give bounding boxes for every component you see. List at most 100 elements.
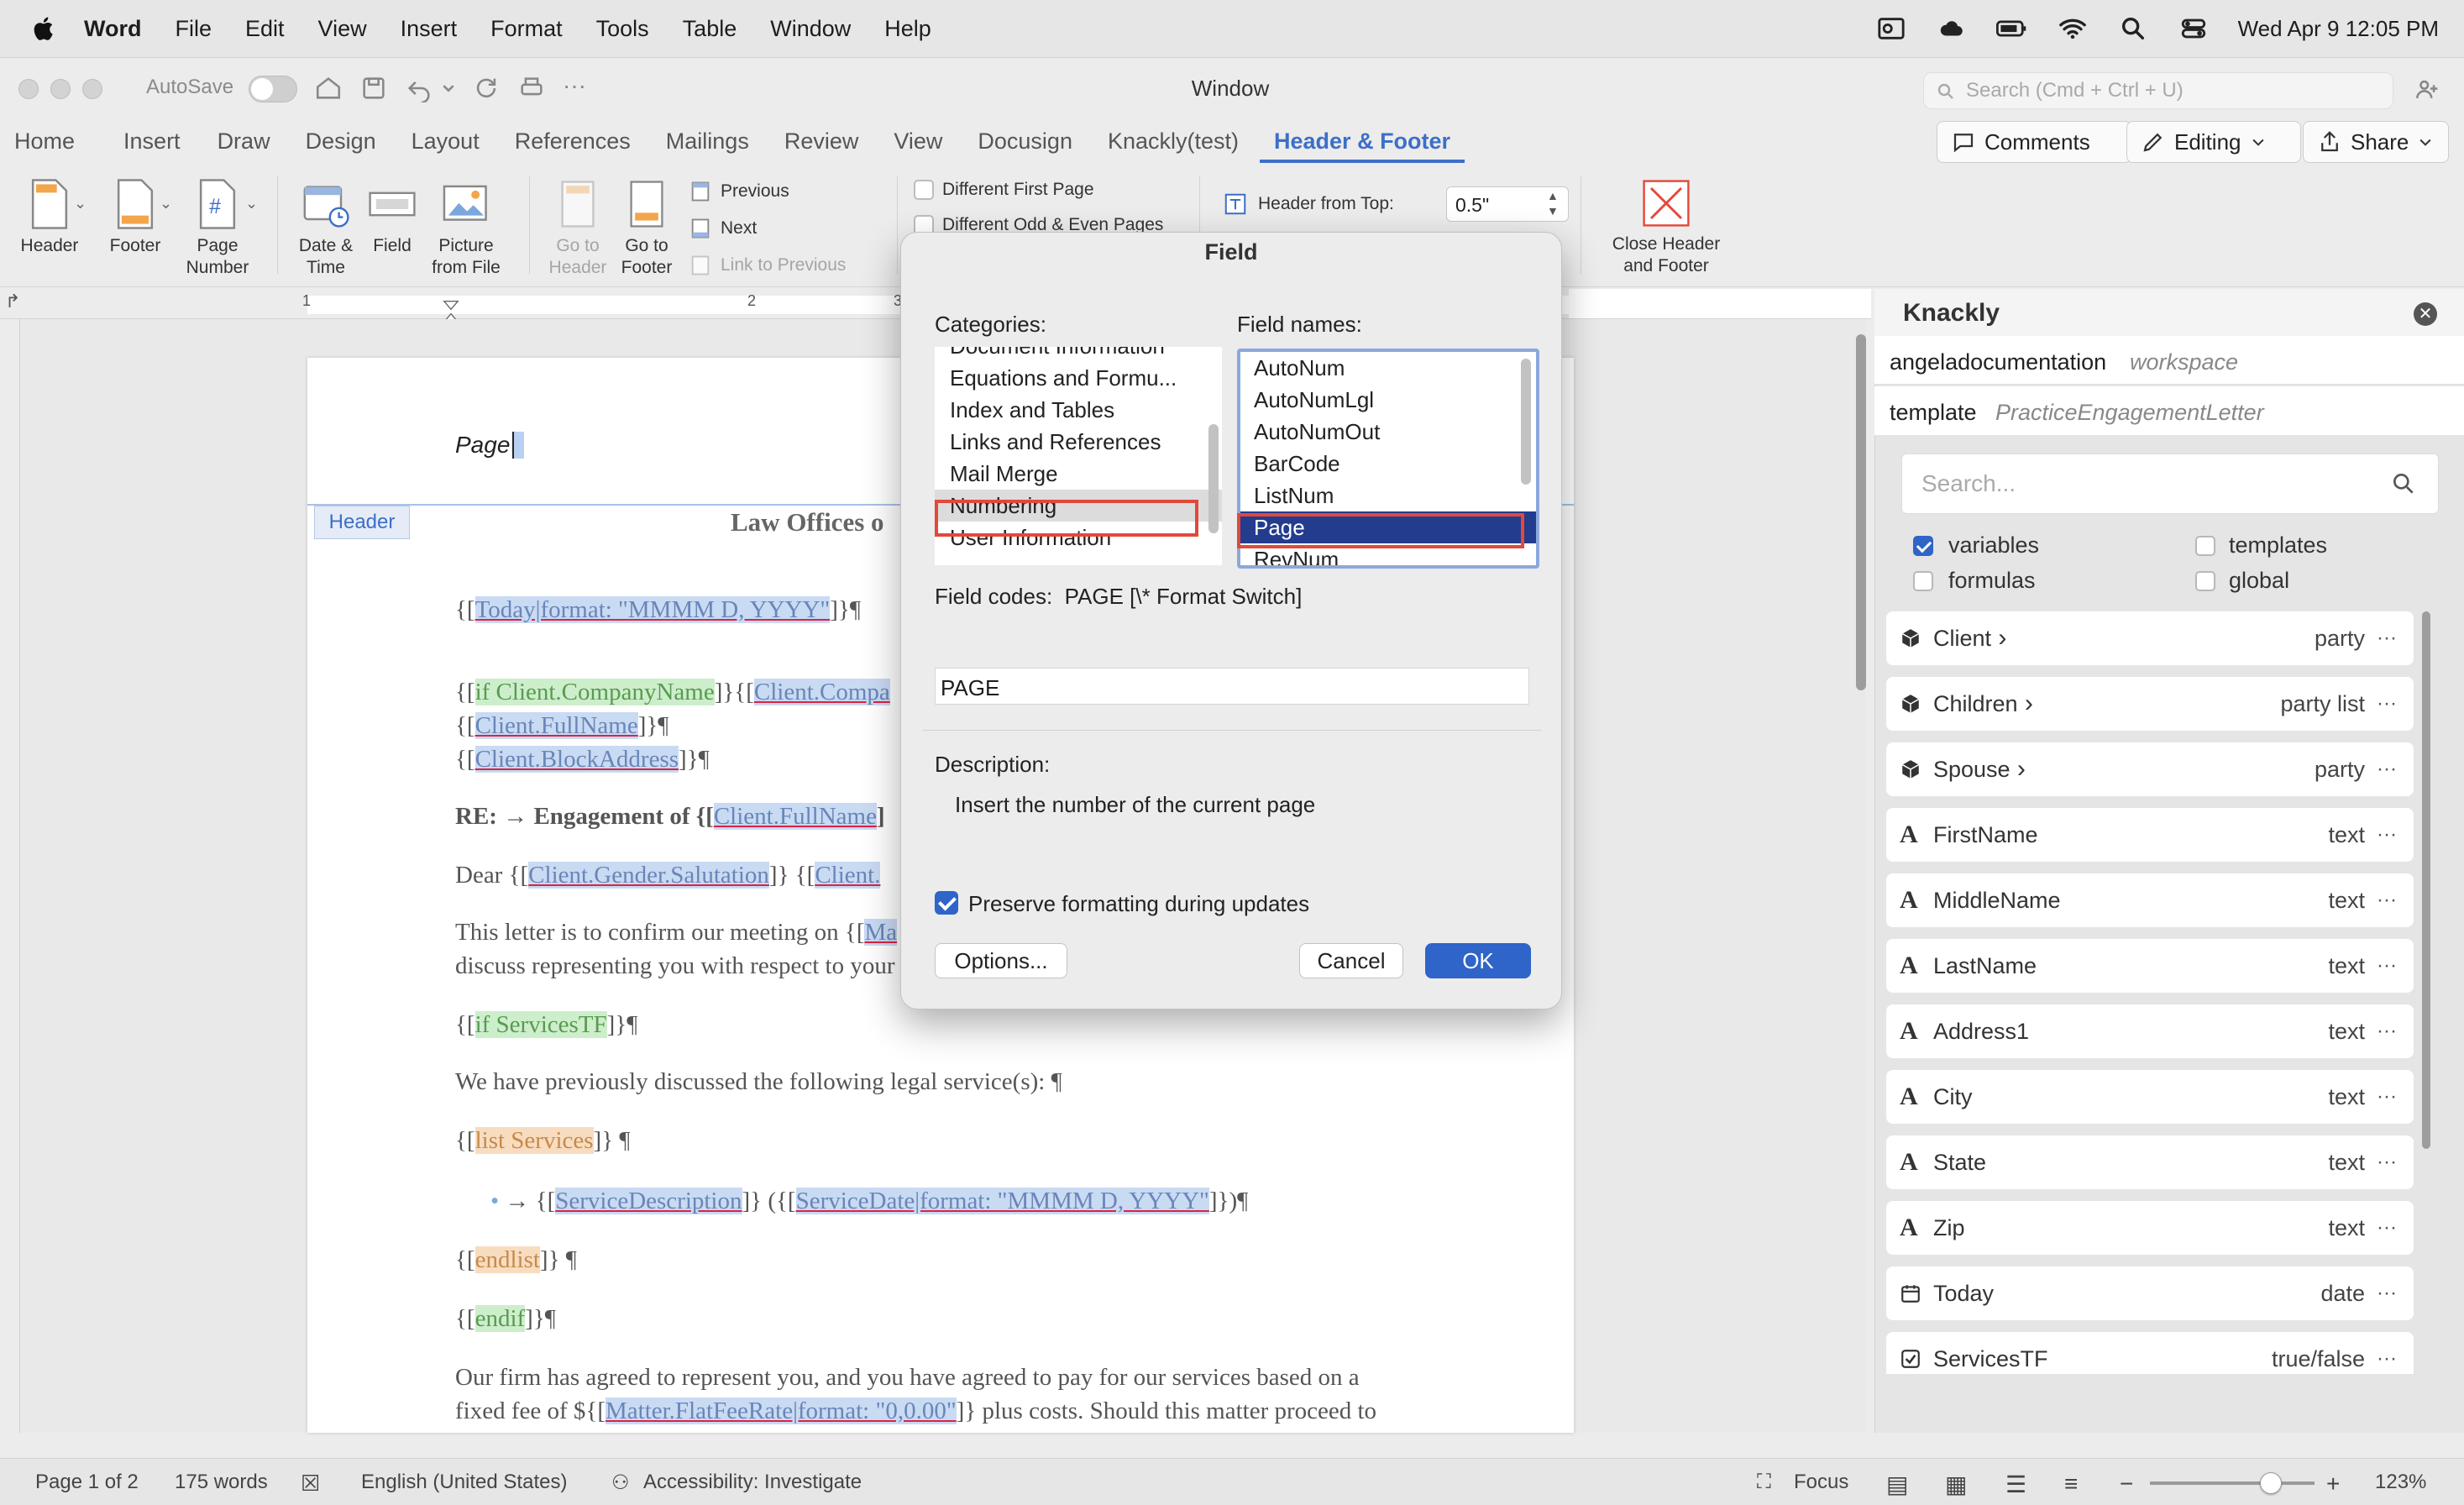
category-item[interactable]: Equations and Formu... bbox=[935, 362, 1222, 394]
client-block-address-variable[interactable]: Client.BlockAddress bbox=[474, 746, 679, 773]
more-options-icon[interactable]: ··· bbox=[2377, 1151, 2397, 1174]
proofing-icon[interactable]: ☒ bbox=[301, 1471, 320, 1497]
home-icon[interactable] bbox=[314, 74, 343, 102]
knackly-scrollbar[interactable] bbox=[2422, 611, 2430, 1149]
endif-line[interactable]: {[endif]}¶ bbox=[455, 1305, 556, 1333]
more-options-icon[interactable]: ··· bbox=[2377, 889, 2397, 912]
field-name-item[interactable]: BarCode bbox=[1240, 448, 1536, 480]
knackly-item-middlename[interactable]: A MiddleName text ··· bbox=[1886, 873, 2414, 927]
web-layout-icon[interactable]: ▦ bbox=[1945, 1471, 1967, 1498]
accessibility-icon[interactable]: ⚇ bbox=[611, 1471, 630, 1495]
service-bullet-line[interactable]: • → {[ServiceDescription]} ({[ServiceDat… bbox=[490, 1188, 1248, 1215]
flat-fee-variable[interactable]: Matter.FlatFeeRate|format: "0,0.00" bbox=[605, 1398, 957, 1424]
salutation-variable[interactable]: Client.Gender.Salutation bbox=[528, 862, 769, 889]
outline-view-icon[interactable]: ☰ bbox=[2005, 1471, 2026, 1498]
categories-scrollbar[interactable] bbox=[1208, 424, 1219, 533]
spotlight-search-icon[interactable] bbox=[2117, 14, 2149, 43]
options-button[interactable]: Options... bbox=[935, 943, 1067, 978]
zoom-out-icon[interactable]: − bbox=[2120, 1471, 2133, 1497]
apple-icon[interactable] bbox=[30, 14, 59, 43]
window-minimize-button[interactable] bbox=[50, 79, 71, 99]
wifi-icon[interactable] bbox=[2057, 14, 2089, 43]
tab-draw[interactable]: Draw bbox=[203, 128, 285, 155]
share-people-icon[interactable] bbox=[2414, 76, 2442, 104]
field-names-list[interactable]: AutoNum AutoNumLgl AutoNumOut BarCode Li… bbox=[1237, 349, 1539, 569]
window-close-button[interactable] bbox=[18, 79, 39, 99]
variables-checkbox[interactable] bbox=[1913, 536, 1933, 556]
letter-line-1[interactable]: This letter is to confirm our meeting on… bbox=[455, 919, 898, 947]
global-checkbox[interactable] bbox=[2195, 571, 2215, 591]
if-services-variable[interactable]: if ServicesTF bbox=[474, 1011, 607, 1038]
preserve-formatting-checkbox[interactable] bbox=[935, 891, 958, 915]
block-address-line[interactable]: {[Client.BlockAddress]}¶ bbox=[455, 746, 710, 773]
more-options-icon[interactable]: ··· bbox=[2377, 823, 2397, 847]
meeting-variable[interactable]: Ma bbox=[864, 919, 898, 946]
endlist-line[interactable]: {[endlist]} ¶ bbox=[455, 1246, 577, 1274]
comments-button[interactable]: Comments bbox=[1937, 121, 2131, 163]
menu-tools[interactable]: Tools bbox=[596, 16, 649, 42]
field-code-input[interactable]: PAGE bbox=[935, 668, 1529, 705]
zoom-level[interactable]: 123% bbox=[2375, 1471, 2426, 1494]
service-description-variable[interactable]: ServiceDescription bbox=[555, 1188, 742, 1214]
different-first-page-checkbox[interactable]: Different First Page bbox=[914, 180, 1094, 200]
tab-insert[interactable]: Insert bbox=[109, 128, 195, 155]
window-zoom-button[interactable] bbox=[82, 79, 102, 99]
control-center-icon[interactable] bbox=[2178, 14, 2210, 43]
header-button[interactable]: Header bbox=[12, 178, 87, 257]
autosave-toggle[interactable] bbox=[249, 76, 297, 102]
print-icon[interactable] bbox=[517, 74, 546, 102]
battery-icon[interactable] bbox=[1995, 14, 2028, 43]
more-options-icon[interactable]: ··· bbox=[2377, 627, 2397, 650]
dear-client-variable[interactable]: Client. bbox=[815, 862, 881, 889]
outlook-icon[interactable] bbox=[1875, 14, 1907, 43]
focus-icon[interactable]: ⛶ bbox=[1757, 1471, 1771, 1494]
menu-table[interactable]: Table bbox=[683, 16, 737, 42]
prev-discussed-line[interactable]: We have previously discussed the followi… bbox=[455, 1068, 1062, 1096]
list-services-line[interactable]: {[list Services]} ¶ bbox=[455, 1127, 631, 1155]
category-item[interactable]: Links and References bbox=[935, 426, 1222, 458]
focus-label[interactable]: Focus bbox=[1794, 1471, 1848, 1494]
if-services-line[interactable]: {[if ServicesTF]}¶ bbox=[455, 1011, 637, 1039]
creative-cloud-icon[interactable] bbox=[1936, 14, 1968, 43]
menu-insert[interactable]: Insert bbox=[401, 16, 458, 42]
picture-from-file-button[interactable]: Picture from File bbox=[427, 178, 506, 279]
undo-icon[interactable] bbox=[405, 74, 433, 102]
if-company-variable[interactable]: if Client.CompanyName bbox=[474, 679, 715, 705]
draft-view-icon[interactable]: ≡ bbox=[2064, 1471, 2078, 1497]
footer-button[interactable]: Footer bbox=[97, 178, 173, 257]
header-page-text[interactable]: Page bbox=[455, 432, 510, 459]
more-options-icon[interactable]: ··· bbox=[2377, 1282, 2397, 1305]
category-item[interactable]: Mail Merge bbox=[935, 458, 1222, 490]
re-fullname-variable[interactable]: Client.FullName bbox=[713, 803, 877, 830]
tab-header-footer[interactable]: Header & Footer bbox=[1260, 128, 1465, 163]
tab-references[interactable]: References bbox=[501, 128, 645, 155]
tab-layout[interactable]: Layout bbox=[397, 128, 494, 155]
templates-checkbox[interactable] bbox=[2195, 536, 2215, 556]
tab-docusign[interactable]: Docusign bbox=[963, 128, 1087, 155]
link-to-previous-button[interactable]: Link to Previous bbox=[689, 254, 846, 277]
more-options-icon[interactable]: ··· bbox=[2377, 1216, 2397, 1240]
knackly-item-city[interactable]: A City text ··· bbox=[1886, 1070, 2414, 1124]
service-date-variable[interactable]: ServiceDate|format: "MMMM D, YYYY" bbox=[795, 1188, 1209, 1214]
company-line[interactable]: {[if Client.CompanyName]}{[Client.Compa bbox=[455, 679, 890, 706]
field-name-item[interactable]: AutoNum bbox=[1240, 352, 1536, 384]
knackly-item-state[interactable]: A State text ··· bbox=[1886, 1135, 2414, 1189]
chevron-right-icon[interactable]: › bbox=[2018, 690, 2033, 717]
knackly-item-lastname[interactable]: A LastName text ··· bbox=[1886, 939, 2414, 993]
header-from-top-stepper[interactable]: ▲ ▼ bbox=[1547, 188, 1559, 218]
knackly-item-servicestf[interactable]: ServicesTF true/false ··· bbox=[1886, 1332, 2414, 1374]
menu-window[interactable]: Window bbox=[770, 16, 851, 42]
field-button[interactable]: Field bbox=[366, 178, 418, 257]
menu-help[interactable]: Help bbox=[884, 16, 931, 42]
menu-file[interactable]: File bbox=[176, 16, 212, 42]
save-icon[interactable] bbox=[359, 74, 388, 102]
endif-variable[interactable]: endif bbox=[474, 1305, 526, 1332]
accessibility-status[interactable]: Accessibility: Investigate bbox=[643, 1471, 862, 1494]
categories-list[interactable]: Document Information Equations and Formu… bbox=[935, 347, 1222, 565]
field-name-item[interactable]: RevNum bbox=[1240, 543, 1536, 565]
chevron-down-icon[interactable]: ⌄ bbox=[160, 195, 172, 212]
different-odd-even-checkbox[interactable]: Different Odd & Even Pages bbox=[914, 215, 1163, 232]
fullname-line[interactable]: {[Client.FullName]}¶ bbox=[455, 712, 668, 740]
menu-edit[interactable]: Edit bbox=[245, 16, 285, 42]
more-options-icon[interactable]: ··· bbox=[2377, 758, 2397, 781]
